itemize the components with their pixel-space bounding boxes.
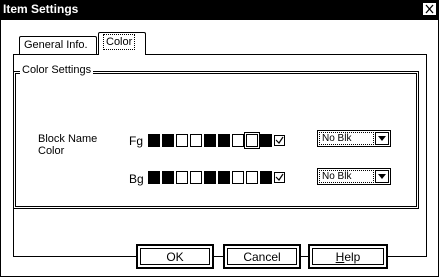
bg-color-swatch[interactable] [246,171,258,184]
cancel-button[interactable]: Cancel [223,244,301,269]
bg-label: Bg [129,172,144,186]
bg-dropdown-button[interactable] [375,170,389,183]
bg-blink-value: No Blk [319,170,374,183]
fg-blink-value: No Blk [319,132,374,145]
fg-color-swatch[interactable] [176,134,188,147]
fg-color-swatch[interactable] [204,134,216,147]
tab-color-label: Color [103,34,136,50]
fg-color-swatch[interactable] [244,132,260,149]
ok-button-label: OK [140,248,210,265]
fg-color-swatch[interactable] [260,134,272,147]
help-button[interactable]: Help [308,244,388,269]
bg-check-box[interactable] [274,172,285,183]
fg-color-swatch[interactable] [232,134,244,147]
chevron-down-icon [378,136,386,141]
bg-color-swatch[interactable] [232,171,244,184]
fg-color-swatch[interactable] [190,134,202,147]
bg-color-swatch[interactable] [204,171,216,184]
tab-general-info-label: General Info. [24,39,88,51]
bg-color-swatch[interactable] [190,171,202,184]
cancel-button-label: Cancel [227,248,297,265]
fg-dropdown-button[interactable] [375,132,389,145]
block-name-label-line1: Block Name [38,133,98,145]
check-icon [275,136,284,144]
close-button[interactable] [422,2,437,16]
fg-label: Fg [129,134,144,148]
help-button-label: Help [312,248,384,265]
close-icon [425,4,434,14]
bg-color-swatch[interactable] [176,171,188,184]
title-bar: Item Settings [0,0,439,19]
block-name-color-label: Block Name Color [38,133,118,157]
ok-button[interactable]: OK [136,244,214,269]
color-settings-title: Color Settings [20,64,94,77]
fg-check-box[interactable] [274,135,285,146]
bg-color-swatch[interactable] [218,171,230,184]
tab-general-info[interactable]: General Info. [19,36,97,54]
chevron-down-icon [378,174,386,179]
bg-color-swatch[interactable] [162,171,174,184]
fg-color-swatch[interactable] [218,134,230,147]
fg-blink-select[interactable]: No Blk [317,130,391,147]
bg-color-swatch[interactable] [148,171,160,184]
dialog-body: General Info. Color Color Settings Block… [0,19,439,277]
block-name-label-line2: Color [38,145,65,157]
check-icon [275,173,284,181]
bg-color-swatch[interactable] [260,171,272,184]
bg-blink-select[interactable]: No Blk [317,168,391,185]
window-title: Item Settings [3,2,79,16]
tab-color[interactable]: Color [98,32,146,55]
fg-color-swatch[interactable] [148,134,160,147]
fg-color-swatch[interactable] [162,134,174,147]
